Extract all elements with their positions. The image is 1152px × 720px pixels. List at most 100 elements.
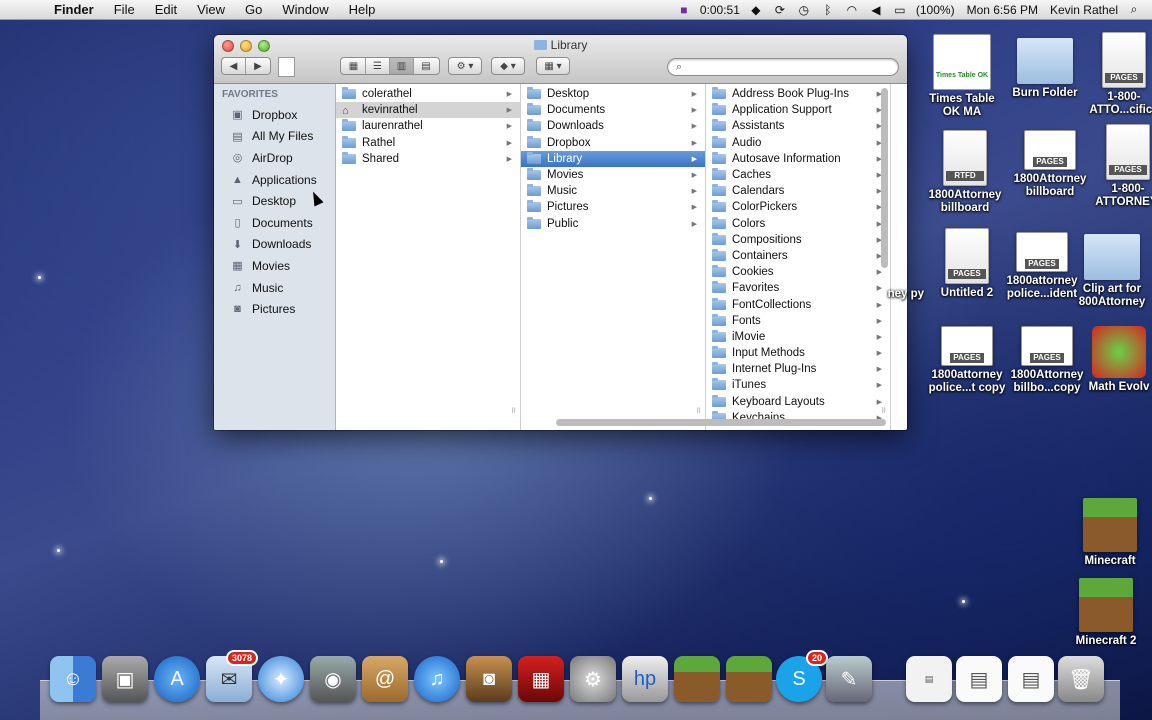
home-folder-row[interactable]: Desktop ▶: [521, 86, 705, 102]
recording-icon[interactable]: ■: [676, 3, 692, 17]
user-folder-row[interactable]: colerathel ▶: [336, 86, 520, 102]
time-machine-icon[interactable]: ◷: [796, 3, 812, 17]
home-folder-row[interactable]: Dropbox ▶: [521, 135, 705, 151]
trash-dock-icon[interactable]: 🗑: [1058, 656, 1104, 702]
safari-dock-icon[interactable]: ✦: [258, 656, 304, 702]
home-folder-row[interactable]: Public ▶: [521, 216, 705, 232]
user-folder-row[interactable]: Rathel ▶: [336, 135, 520, 151]
spotlight-icon[interactable]: ⌕: [1126, 2, 1142, 17]
arrange-menu-button[interactable]: ▦ ▾: [536, 57, 570, 75]
app-store-dock-icon[interactable]: A: [154, 656, 200, 702]
library-folder-row[interactable]: ColorPickers ▶: [706, 199, 890, 215]
library-folder-row[interactable]: iMovie ▶: [706, 329, 890, 345]
coverflow-view-button[interactable]: ▤: [414, 58, 438, 74]
library-folder-row[interactable]: Application Support ▶: [706, 102, 890, 118]
bluetooth-icon[interactable]: ᛒ: [820, 3, 836, 17]
library-folder-row[interactable]: Autosave Information ▶: [706, 151, 890, 167]
library-folder-row[interactable]: Internet Plug-Ins ▶: [706, 361, 890, 377]
window-titlebar[interactable]: Library ◀ ▶ ▦ ☰ ▥ ▤ ⚙ ▾ ◆ ▾ ▦ ▾ ⌕: [214, 35, 907, 84]
menu-view[interactable]: View: [187, 0, 235, 20]
vertical-scrollbar[interactable]: [881, 88, 888, 268]
library-folder-row[interactable]: Assistants ▶: [706, 118, 890, 134]
horizontal-scrollbar[interactable]: [336, 418, 907, 428]
home-folder-row[interactable]: Movies ▶: [521, 167, 705, 183]
desktop-icon-police-copy[interactable]: PAGES 1800attorney police...t copy: [927, 326, 1007, 395]
wifi-icon[interactable]: ◠: [844, 3, 860, 17]
home-folder-row[interactable]: Documents ▶: [521, 102, 705, 118]
hp-utility-dock-icon[interactable]: hp: [622, 656, 668, 702]
sidebar-item-all-my-files[interactable]: ▤ All My Files: [214, 126, 335, 148]
desktop-icon-times-table[interactable]: Times Table OK Times Table OK MA: [922, 34, 1002, 119]
sidebar-item-pictures[interactable]: ◙ Pictures: [214, 298, 335, 320]
minecraft-2-dock-icon[interactable]: [726, 656, 772, 702]
menu-go[interactable]: Go: [235, 0, 272, 20]
library-folder-row[interactable]: Address Book Plug-Ins ▶: [706, 86, 890, 102]
library-folder-row[interactable]: Favorites ▶: [706, 280, 890, 296]
sync-icon[interactable]: ⟳: [772, 3, 788, 17]
home-folder-row[interactable]: Library ▶: [521, 150, 705, 167]
home-folder-row[interactable]: Downloads ▶: [521, 118, 705, 134]
icon-view-button[interactable]: ▦: [342, 58, 366, 74]
script-editor-dock-icon[interactable]: ✎: [826, 656, 872, 702]
sidebar-item-music[interactable]: ♫ Music: [214, 277, 335, 299]
library-folder-row[interactable]: Containers ▶: [706, 248, 890, 264]
desktop-icon-billboard-pages[interactable]: PAGES 1800Attorney billboard: [1010, 130, 1090, 199]
home-folder-row[interactable]: Pictures ▶: [521, 199, 705, 215]
document-dock-icon[interactable]: ▤: [956, 656, 1002, 702]
path-doc-icon[interactable]: [278, 57, 295, 77]
library-folder-row[interactable]: Cookies ▶: [706, 264, 890, 280]
desktop-icon-minecraft[interactable]: Minecraft: [1070, 498, 1150, 568]
action-menu-button[interactable]: ⚙ ▾: [448, 57, 482, 75]
library-folder-row[interactable]: Colors ▶: [706, 216, 890, 232]
minecraft-dock-icon[interactable]: [674, 656, 720, 702]
library-folder-row[interactable]: Calendars ▶: [706, 183, 890, 199]
skype-dock-icon[interactable]: S 20: [776, 650, 828, 702]
desktop-icon-burn-folder[interactable]: Burn Folder: [1005, 38, 1085, 100]
library-folder-row[interactable]: Input Methods ▶: [706, 345, 890, 361]
library-folder-row[interactable]: iTunes ▶: [706, 377, 890, 393]
search-input[interactable]: ⌕: [667, 58, 899, 76]
list-view-button[interactable]: ☰: [366, 58, 390, 74]
dropbox-status-icon[interactable]: ◆: [748, 3, 764, 17]
iphoto-dock-icon[interactable]: ◙: [466, 656, 512, 702]
mail-dock-icon[interactable]: ✉ 3078: [206, 650, 258, 702]
pages-doc-dock-icon[interactable]: ▤: [906, 656, 952, 702]
facetime-dock-icon[interactable]: ◉: [310, 656, 356, 702]
sidebar-item-applications[interactable]: ▲ Applications: [214, 169, 335, 191]
desktop-icon-math-evolve[interactable]: Math Evolv: [1086, 326, 1152, 394]
column-resize-handle[interactable]: ॥: [881, 403, 886, 416]
dropbox-menu-button[interactable]: ◆ ▾: [491, 57, 525, 75]
menu-clock[interactable]: Mon 6:56 PM: [967, 3, 1038, 17]
menu-help[interactable]: Help: [339, 0, 386, 20]
photo-booth-dock-icon[interactable]: ▦: [518, 656, 564, 702]
column-view-button[interactable]: ▥: [390, 58, 414, 74]
sidebar-item-downloads[interactable]: ⬇ Downloads: [214, 234, 335, 256]
finder-dock-icon[interactable]: ☺: [50, 656, 96, 702]
app-menu[interactable]: Finder: [44, 0, 104, 20]
library-folder-row[interactable]: Compositions ▶: [706, 232, 890, 248]
menu-file[interactable]: File: [104, 0, 145, 20]
address-book-dock-icon[interactable]: @: [362, 656, 408, 702]
back-button[interactable]: ◀: [222, 58, 246, 74]
home-folder-row[interactable]: Music ▶: [521, 183, 705, 199]
preview-dock-icon[interactable]: ▣: [102, 656, 148, 702]
user-folder-row[interactable]: Shared ▶: [336, 151, 520, 167]
user-folder-row[interactable]: laurenrathel ▶: [336, 118, 520, 134]
sidebar-item-documents[interactable]: ▯ Documents: [214, 212, 335, 234]
sidebar-item-dropbox[interactable]: ▣ Dropbox: [214, 104, 335, 126]
column-resize-handle[interactable]: ॥: [511, 403, 516, 416]
library-folder-row[interactable]: Audio ▶: [706, 135, 890, 151]
desktop-icon-attorney-cifics[interactable]: PAGES 1-800-ATTO...cifics: [1084, 32, 1152, 117]
column-resize-handle[interactable]: ॥: [696, 403, 701, 416]
battery-icon[interactable]: ▭: [892, 3, 908, 17]
library-folder-row[interactable]: Keyboard Layouts ▶: [706, 394, 890, 410]
library-folder-row[interactable]: FontCollections ▶: [706, 296, 890, 312]
desktop-icon-minecraft-2[interactable]: Minecraft 2: [1066, 578, 1146, 648]
document-dock-icon[interactable]: ▤: [1008, 656, 1054, 702]
user-folder-row[interactable]: ⌂ kevinrathel ▶: [336, 102, 520, 119]
sidebar-item-movies[interactable]: ▦ Movies: [214, 255, 335, 277]
desktop-icon-billbo-copy[interactable]: PAGES 1800Attorney billbo...copy: [1007, 326, 1087, 395]
desktop-icon-police-ident[interactable]: PAGES 1800attorney police...ident: [1002, 232, 1082, 301]
system-preferences-dock-icon[interactable]: ⚙: [570, 656, 616, 702]
menu-user[interactable]: Kevin Rathel: [1050, 3, 1118, 17]
